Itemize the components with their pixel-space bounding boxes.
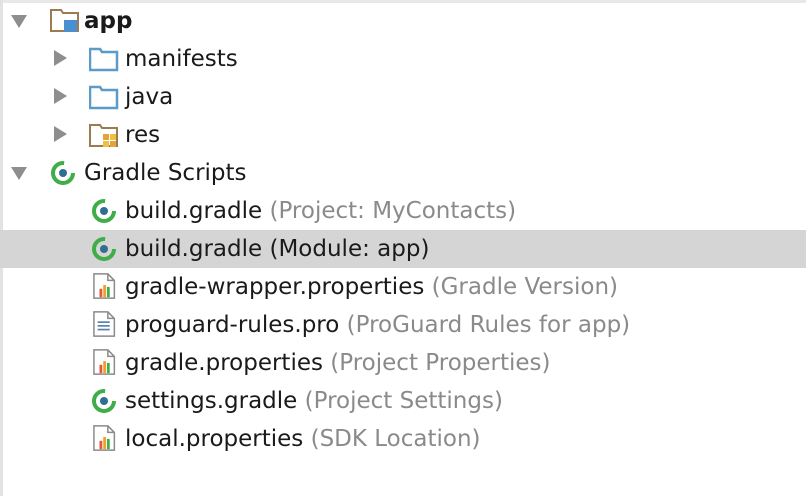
file-hint: (ProGuard Rules for app) [346,312,631,338]
node-label: res [125,122,161,148]
file-name: build.gradle [125,198,263,224]
tree-file-build-gradle-project[interactable]: build.gradle (Project: MyContacts) [0,192,806,230]
tree-node-manifests[interactable]: manifests [0,40,806,78]
file-hint: (SDK Location) [310,426,481,452]
file-name: proguard-rules.pro [125,312,340,338]
file-hint: (Project Properties) [330,350,551,376]
module-folder-icon [50,9,79,32]
file-name: gradle.properties [125,350,323,376]
properties-file-icon [93,273,116,299]
node-label: Gradle Scripts [84,160,247,186]
file-name: settings.gradle [125,388,298,414]
properties-file-icon [93,425,116,451]
collapse-arrow-icon[interactable] [54,50,67,66]
node-label: java [125,84,174,110]
file-name: local.properties [125,426,304,452]
tree-file-build-gradle-module[interactable]: build.gradle (Module: app) [0,230,806,268]
tree-node-java[interactable]: java [0,78,806,116]
file-hint: (Module: app) [269,236,430,262]
expand-arrow-icon[interactable] [11,15,27,28]
text-file-icon [93,311,116,337]
tree-file-settings-gradle[interactable]: settings.gradle (Project Settings) [0,382,806,420]
gradle-icon [92,199,116,223]
folder-icon [89,47,119,72]
node-label: manifests [125,46,238,72]
file-hint: (Gradle Version) [431,274,618,300]
tree-file-proguard-rules[interactable]: proguard-rules.pro (ProGuard Rules for a… [0,306,806,344]
tree-file-gradle-properties[interactable]: gradle.properties (Project Properties) [0,344,806,382]
tree-node-app[interactable]: app [0,2,806,40]
file-name: build.gradle [125,236,263,262]
collapse-arrow-icon[interactable] [54,88,67,104]
properties-file-icon [93,349,116,375]
tree-file-gradle-wrapper-properties[interactable]: gradle-wrapper.properties (Gradle Versio… [0,268,806,306]
resource-folder-icon [89,124,118,147]
file-hint: (Project Settings) [304,388,503,414]
folder-icon [89,85,119,110]
file-name: gradle-wrapper.properties [125,274,425,300]
gradle-icon [92,389,116,413]
tree-file-local-properties[interactable]: local.properties (SDK Location) [0,420,806,458]
file-hint: (Project: MyContacts) [269,198,517,224]
gradle-icon [92,237,116,261]
node-label: app [84,8,133,34]
tree-node-res[interactable]: res [0,116,806,154]
expand-arrow-icon[interactable] [11,167,27,180]
collapse-arrow-icon[interactable] [54,126,67,142]
tree-node-gradle-scripts[interactable]: Gradle Scripts [0,154,806,192]
gradle-icon [51,161,75,185]
